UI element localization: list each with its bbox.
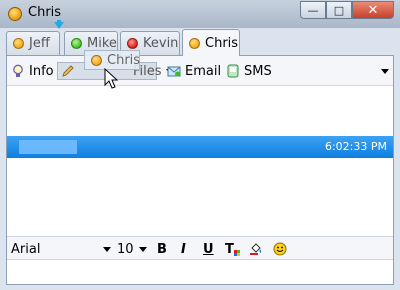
window-title: Chris	[28, 5, 62, 20]
tab-jeff[interactable]: Jeff	[6, 31, 60, 55]
close-button[interactable]: ✕	[352, 1, 394, 19]
message-history[interactable]: 6:02:33 PM	[7, 86, 393, 246]
italic-icon: I	[181, 241, 186, 257]
emoticon-button[interactable]	[273, 240, 291, 258]
font-name-select[interactable]: Arial	[11, 240, 111, 258]
email-label: Email	[185, 63, 222, 79]
status-dot-icon	[71, 38, 82, 49]
pencil-icon	[62, 65, 74, 77]
chevron-down-icon	[103, 246, 111, 252]
status-icon	[8, 7, 22, 21]
dragged-tab-ghost: Chris	[84, 50, 140, 70]
maximize-icon: □	[333, 3, 345, 17]
status-dot-icon	[127, 38, 138, 49]
text-color-button[interactable]: T	[225, 240, 240, 258]
format-toolbar: Arial 10 B I U T	[7, 236, 393, 260]
text-color-icon: T	[225, 241, 234, 257]
email-button[interactable]: Email	[167, 62, 221, 80]
underline-icon: U	[203, 241, 214, 257]
tab-label: Mike	[87, 36, 117, 51]
message-timestamp: 6:02:33 PM	[324, 140, 387, 153]
tab-label: Kevin	[143, 36, 179, 51]
message-header: 6:02:33 PM	[7, 136, 393, 158]
maximize-button[interactable]: □	[326, 1, 352, 19]
color-swatch-icon	[233, 250, 240, 256]
status-dot-icon	[189, 37, 200, 49]
font-name-value: Arial	[11, 241, 41, 257]
background-color-button[interactable]	[249, 240, 267, 258]
conversation-panel: Info Files Email SMS 6:02:33 PM Arial 10…	[6, 55, 394, 285]
info-button[interactable]: Info	[11, 62, 54, 80]
tab-label: Jeff	[29, 36, 50, 51]
email-icon	[167, 66, 181, 77]
bold-button[interactable]: B	[157, 240, 167, 258]
ghost-label: Chris	[107, 52, 141, 68]
lightbulb-icon	[13, 64, 23, 77]
minimize-button[interactable]: —	[300, 1, 326, 19]
minimize-icon: —	[307, 3, 319, 17]
drop-arrow-icon	[54, 22, 64, 29]
action-toolbar: Info Files Email SMS	[7, 56, 393, 86]
mouse-pointer-icon	[104, 68, 119, 89]
sms-button[interactable]: SMS	[226, 62, 272, 80]
sms-label: SMS	[244, 63, 272, 79]
smiley-icon	[273, 242, 287, 256]
conversation-tabs: Jeff Mike Kevin Chris	[6, 29, 396, 56]
status-dot-icon	[91, 54, 102, 66]
info-label: Info	[29, 63, 54, 79]
status-dot-icon	[13, 38, 24, 49]
tab-label: Chris	[205, 35, 239, 51]
font-size-select[interactable]: 10	[117, 240, 147, 258]
close-icon: ✕	[367, 2, 379, 18]
underline-button[interactable]: U	[203, 240, 214, 258]
tab-chris[interactable]: Chris	[182, 29, 240, 56]
phone-icon	[227, 64, 239, 78]
italic-button[interactable]: I	[181, 240, 186, 258]
bold-icon: B	[157, 241, 167, 257]
paint-bucket-icon	[250, 243, 262, 255]
chat-window: Chris — □ ✕ Jeff Mike Kevin Chris Info F…	[0, 0, 400, 290]
chevron-down-icon	[139, 246, 147, 252]
sender-name-redacted	[19, 140, 77, 154]
toolbar-overflow-icon[interactable]	[381, 69, 389, 74]
message-input[interactable]	[7, 260, 393, 284]
font-size-value: 10	[117, 241, 134, 257]
